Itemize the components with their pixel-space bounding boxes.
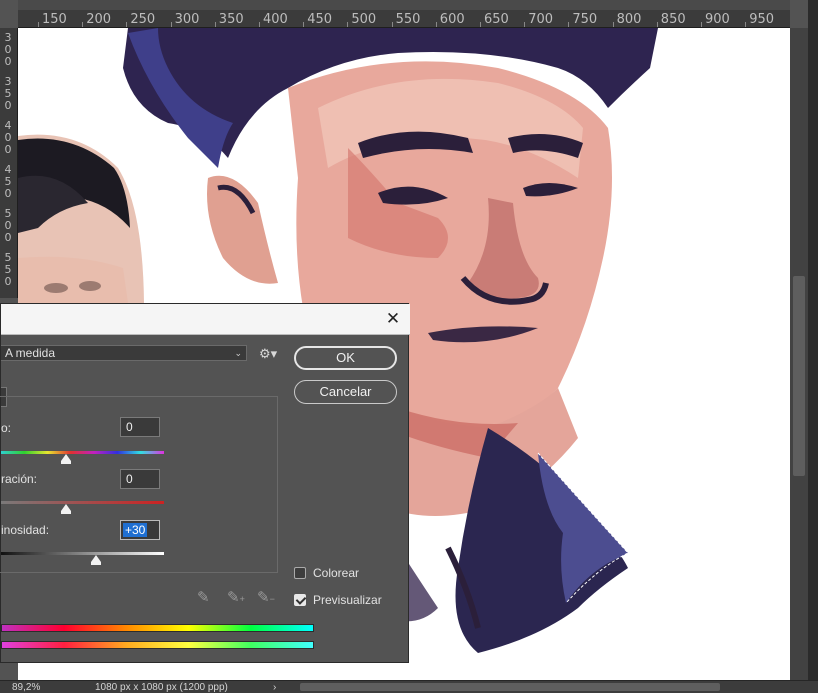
ruler-tick-label: 900: [705, 12, 730, 27]
ruler-tick-label: 950: [749, 12, 775, 27]
preset-value: A medida: [5, 346, 56, 360]
preview-label: Previsualizar: [313, 593, 382, 607]
ruler-tick-label: 0: [4, 275, 12, 288]
hue-input[interactable]: 0: [120, 417, 160, 437]
saturation-input[interactable]: 0: [120, 469, 160, 489]
lightness-slider-track[interactable]: [1, 552, 164, 555]
lightness-input[interactable]: +30: [120, 520, 160, 540]
ruler-tick-label: 450: [307, 12, 333, 27]
ruler-tick-label: 0: [4, 99, 12, 112]
horizontal-scroll-thumb[interactable]: [300, 683, 720, 691]
preview-checkbox[interactable]: [294, 594, 306, 606]
ruler-tick-label: 250: [130, 12, 156, 27]
ruler-tick-label: 550: [395, 12, 421, 27]
vertical-scrollbar[interactable]: [790, 28, 808, 680]
ruler-tick-label: 350: [218, 12, 244, 27]
output-color-spectrum: [1, 641, 314, 649]
zoom-level[interactable]: 89,2%: [12, 682, 40, 693]
ruler-tick-label: 0: [4, 143, 12, 156]
eyedropper-plus-icon[interactable]: ✎+: [227, 588, 245, 606]
cancel-button[interactable]: Cancelar: [294, 380, 397, 404]
ruler-tick-label: 0: [4, 187, 12, 200]
vertical-ruler[interactable]: 300350400450500550: [0, 28, 18, 298]
ruler-tick-label: 300: [174, 12, 200, 27]
saturation-slider-knob[interactable]: [61, 504, 72, 514]
horizontal-ruler[interactable]: 150 200 250 300 350 400 450 500 550 600 650 700 750 8…: [18, 0, 790, 28]
hue-label: o:: [1, 421, 12, 435]
eyedropper-icon[interactable]: ✎: [197, 588, 210, 606]
saturation-slider-track[interactable]: [1, 501, 164, 504]
right-panel-edge: [808, 0, 818, 693]
ruler-tick-label: 200: [86, 12, 112, 27]
workspace: 150 200 250 300 350 400 450 500 550 600 650 700 750 8…: [0, 0, 818, 693]
ruler-tick-label: 650: [484, 12, 509, 27]
status-menu-arrow[interactable]: ›: [273, 682, 276, 693]
chevron-down-icon: ⌄: [234, 348, 242, 358]
lightness-label: inosidad:: [1, 523, 50, 537]
gear-icon[interactable]: ⚙▾: [259, 346, 277, 362]
lightness-value: +30: [123, 523, 148, 537]
eyedropper-minus-icon[interactable]: ✎−: [257, 588, 275, 606]
ruler-tick-label: 500: [351, 12, 377, 27]
ruler-tick-label: 800: [616, 12, 642, 27]
ruler-tick-label: 750: [572, 12, 598, 27]
tab-strip: [18, 0, 790, 10]
ok-button[interactable]: OK: [294, 346, 397, 370]
reference-photo: [18, 134, 144, 303]
colorize-checkbox[interactable]: [294, 567, 306, 579]
ruler-tick-label: 400: [263, 12, 288, 27]
ruler-tick-label: 700: [528, 12, 554, 27]
ruler-tick-label: 850: [660, 12, 686, 27]
dialog-titlebar[interactable]: ✕: [1, 304, 410, 335]
close-icon[interactable]: ✕: [384, 310, 402, 328]
ruler-tick-label: 0: [4, 55, 12, 68]
preset-select[interactable]: A medida ⌄: [1, 345, 247, 361]
ruler-tick-label: 0: [4, 231, 12, 244]
input-color-spectrum: [1, 624, 314, 632]
scroll-thumb[interactable]: [793, 276, 805, 476]
hue-slider-track[interactable]: [1, 451, 164, 454]
hue-saturation-dialog: ✕ A medida ⌄ ⚙▾ OK Cancelar o: 0 ración:…: [0, 303, 410, 663]
saturation-label: ración:: [1, 472, 38, 486]
colorize-label: Colorear: [313, 566, 360, 580]
document-info[interactable]: 1080 px x 1080 px (1200 ppp): [95, 682, 228, 693]
ruler-tick-label: 150: [42, 12, 67, 27]
hue-slider-knob[interactable]: [61, 454, 72, 464]
ruler-tick-label: 600: [439, 12, 465, 27]
lightness-slider-knob[interactable]: [90, 555, 101, 565]
